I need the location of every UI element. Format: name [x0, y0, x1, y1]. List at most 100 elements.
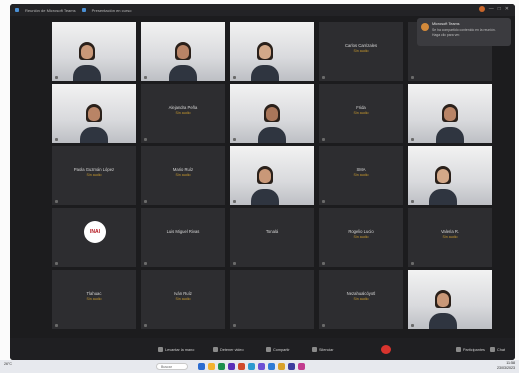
toolbar-button[interactable]: Participantes [456, 346, 485, 353]
participant-name: Frida [356, 105, 366, 110]
participant-body [258, 127, 286, 143]
participant-tile[interactable]: Iván Ruíz Sin audio [141, 270, 225, 329]
participant-face [81, 45, 93, 59]
participant-grid: Carlos Carrizales Sin audio Alejandra Peña… [52, 22, 492, 332]
notification-toast[interactable]: Microsoft Teams Se ha compartido conteni… [417, 18, 511, 46]
toolbar-button-label: Participantes [463, 347, 485, 352]
participant-tile[interactable] [230, 270, 314, 329]
participant-body [436, 127, 464, 143]
participant-tile[interactable] [52, 84, 136, 143]
participant-tile[interactable] [408, 146, 492, 205]
window-titlebar: Reunión de Microsoft Teams Presentación … [10, 4, 515, 16]
logo-text: INAI [90, 229, 100, 235]
organization-logo: INAI [84, 221, 106, 243]
participant-tile[interactable]: INAI [52, 208, 136, 267]
taskbar-app-icon[interactable] [208, 363, 215, 370]
taskbar-app-icon[interactable] [288, 363, 295, 370]
participant-tile[interactable]: Nezahualcóyotl Sin audio [319, 270, 403, 329]
tile-indicator-icon [411, 324, 414, 327]
taskbar-app-icon[interactable] [258, 363, 265, 370]
participant-tile[interactable]: Alejandra Peña Sin audio [141, 84, 225, 143]
maximize-button[interactable]: □ [498, 6, 501, 12]
taskbar-app-icon[interactable] [278, 363, 285, 370]
tile-indicator-icon [233, 138, 236, 141]
participant-name: Carlos Carrizales [344, 43, 378, 48]
taskbar-clock[interactable]: 11:58 23/03/2023 [497, 361, 515, 371]
participant-tile[interactable]: Valeria R. Sin audio [408, 208, 492, 267]
participant-tile[interactable] [230, 146, 314, 205]
participant-tile[interactable] [230, 84, 314, 143]
toolbar-button[interactable]: Chat [490, 346, 505, 353]
meeting-window: Reunión de Microsoft Teams Presentación … [10, 4, 515, 360]
hand-icon [158, 347, 163, 352]
participant-tile[interactable]: Tlahuac Sin audio [52, 270, 136, 329]
participant-face [259, 169, 271, 183]
participant-tile[interactable]: Carlos Carrizales Sin audio [319, 22, 403, 81]
participant-status: Sin audio [86, 173, 102, 177]
tile-indicator-icon [144, 262, 147, 265]
taskbar-app-icon[interactable] [268, 363, 275, 370]
tile-indicator-icon [233, 324, 236, 327]
participant-face [177, 45, 189, 59]
participant-tile[interactable] [408, 270, 492, 329]
share-icon [266, 347, 271, 352]
chat-icon [490, 347, 495, 352]
participant-tile[interactable] [52, 22, 136, 81]
tile-indicator-icon [411, 200, 414, 203]
participant-face [266, 107, 278, 121]
participant-tile[interactable]: Mario Ruíz Sin audio [141, 146, 225, 205]
taskbar-app-icon[interactable] [218, 363, 225, 370]
hang-up-button[interactable] [381, 345, 391, 354]
minimize-button[interactable]: — [489, 6, 494, 12]
notification-avatar [421, 23, 429, 31]
participant-tile[interactable]: Luis Miguel Rivas [141, 208, 225, 267]
participant-name: Tlahuac [86, 291, 102, 296]
taskbar-app-icon[interactable] [238, 363, 245, 370]
taskbar-app-icon[interactable] [228, 363, 235, 370]
app-icon [15, 8, 19, 12]
participant-tile[interactable]: Tonalá [230, 208, 314, 267]
taskbar-app-icon[interactable] [298, 363, 305, 370]
toolbar-button[interactable]: Compartir [266, 346, 290, 353]
toolbar-button-label: Detener video [220, 347, 244, 352]
participant-tile[interactable] [408, 84, 492, 143]
participant-status: Sin audio [175, 111, 191, 115]
tile-indicator-icon [55, 324, 58, 327]
participant-tile[interactable]: Frida Sin audio [319, 84, 403, 143]
participant-status: Sin audio [442, 235, 458, 239]
tile-indicator-icon [411, 138, 414, 141]
close-button[interactable]: ✕ [505, 6, 509, 12]
participant-body [251, 189, 279, 205]
recording-icon [478, 6, 485, 12]
taskbar-search[interactable]: Buscar [156, 363, 188, 370]
taskbar-app-icon[interactable] [198, 363, 205, 370]
toolbar-button-label: Silenciar [319, 347, 334, 352]
toolbar-button-label: Chat [497, 347, 506, 352]
participant-tile[interactable]: Paola Guzmán López Sin audio [52, 146, 136, 205]
tile-indicator-icon [411, 262, 414, 265]
participant-tile[interactable]: Rogelio Lucio Sin audio [319, 208, 403, 267]
toolbar-button[interactable]: Levantar la mano [158, 346, 194, 353]
participant-status: Sin audio [86, 297, 102, 301]
toolbar-button[interactable]: Silenciar [312, 346, 334, 353]
participant-name: SMA [356, 167, 366, 172]
participant-tile[interactable]: SMA Sin audio [319, 146, 403, 205]
taskbar-app-icon[interactable] [248, 363, 255, 370]
participant-name: Luis Miguel Rivas [166, 229, 200, 234]
participant-face [437, 293, 449, 307]
participant-tile[interactable] [141, 22, 225, 81]
tile-indicator-icon [55, 76, 58, 79]
meeting-toolbar: Levantar la mano Detener video Compartir Si… [10, 338, 515, 360]
tile-indicator-icon [55, 200, 58, 203]
tile-indicator-icon [322, 200, 325, 203]
photo-frame: Reunión de Microsoft Teams Presentación … [0, 0, 519, 373]
toolbar-button-label: Levantar la mano [165, 347, 195, 352]
participant-status: Sin audio [353, 173, 369, 177]
participant-face [444, 107, 456, 121]
weather-widget[interactable]: 26°C [4, 362, 12, 366]
tile-indicator-icon [233, 200, 236, 203]
tile-indicator-icon [233, 76, 236, 79]
participant-tile[interactable] [230, 22, 314, 81]
participant-status: Sin audio [353, 297, 369, 301]
toolbar-button[interactable]: Detener video [213, 346, 244, 353]
